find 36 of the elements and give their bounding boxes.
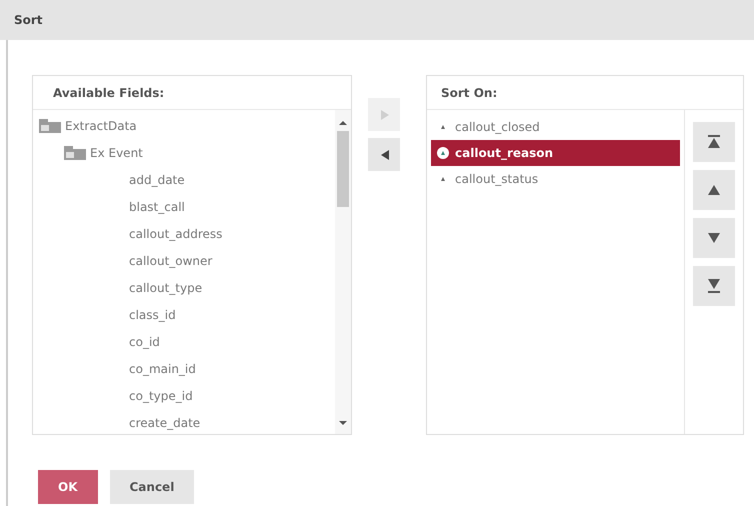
move-bottom-button[interactable] — [693, 266, 735, 306]
field-item[interactable]: class_id — [129, 308, 176, 322]
right-arrow-icon — [378, 108, 390, 120]
field-item[interactable]: callout_owner — [129, 254, 212, 268]
sort-item[interactable]: callout_reason — [431, 140, 680, 166]
move-top-button[interactable] — [693, 122, 735, 162]
move-up-button[interactable] — [693, 170, 735, 210]
scrollbar[interactable] — [335, 110, 351, 434]
field-item[interactable]: callout_address — [129, 226, 222, 240]
ok-button[interactable]: OK — [38, 470, 98, 504]
folder-icon — [39, 118, 61, 132]
field-item[interactable]: add_date — [129, 172, 185, 186]
folder-icon — [64, 146, 86, 160]
panel-title: Sort On: — [427, 76, 743, 110]
folder-item[interactable]: Ex Event — [90, 146, 143, 160]
field-item[interactable]: callout_type — [129, 280, 202, 294]
field-item[interactable]: co_main_id — [129, 362, 196, 376]
panel-title: Available Fields: — [33, 76, 351, 110]
field-item[interactable]: create_date — [129, 416, 200, 430]
scroll-thumb[interactable] — [337, 131, 349, 207]
top-arrow-icon — [707, 135, 721, 149]
sort-item[interactable]: callout_status — [431, 166, 680, 192]
field-item[interactable]: co_id — [129, 334, 160, 348]
move-left-button[interactable] — [368, 138, 400, 171]
up-arrow-icon — [707, 183, 721, 197]
down-arrow-icon — [707, 231, 721, 245]
window-title: Sort — [14, 13, 43, 27]
move-down-button[interactable] — [693, 218, 735, 258]
cancel-button[interactable]: Cancel — [110, 470, 194, 504]
scroll-down-icon[interactable] — [339, 420, 347, 426]
field-item[interactable]: co_type_id — [129, 388, 193, 402]
folder-item[interactable]: ExtractData — [65, 118, 137, 132]
field-item[interactable]: blast_call — [129, 200, 185, 214]
scroll-up-icon[interactable] — [339, 120, 347, 126]
bottom-arrow-icon — [707, 279, 721, 293]
sort-item[interactable]: callout_closed — [431, 114, 680, 140]
